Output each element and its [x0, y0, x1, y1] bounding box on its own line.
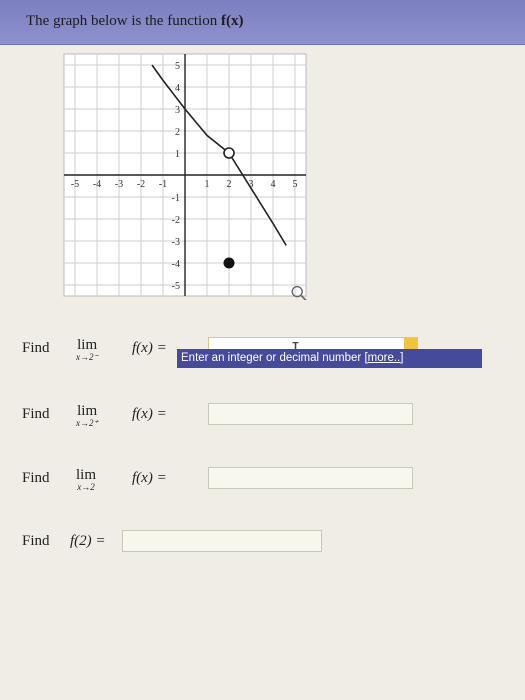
lim-subscript: x→2⁻ — [76, 352, 99, 362]
y-tick-label: 1 — [175, 149, 180, 160]
y-tick-label: -5 — [172, 281, 180, 292]
function-expression: f(x) = — [132, 406, 167, 422]
function-value-input[interactable] — [122, 530, 322, 552]
question-limit: Find lim x→2 f(x) = — [22, 467, 413, 492]
lim-subscript: x→2 — [77, 482, 95, 492]
x-tick-label: -1 — [159, 179, 167, 190]
x-tick-label: 1 — [205, 179, 210, 190]
x-tick-label: 4 — [271, 179, 276, 190]
y-tick-label: -1 — [172, 193, 180, 204]
y-tick-label: 4 — [175, 83, 180, 94]
lim-subscript: x→2⁺ — [76, 418, 99, 428]
y-tick-label: -4 — [172, 259, 180, 270]
x-tick-label: 2 — [227, 179, 232, 190]
limit-input[interactable] — [208, 467, 413, 489]
function-graph: -5 -4 -3 -2 -1 1 2 3 4 554321-1-2-3-4-5 — [63, 53, 307, 300]
y-tick-label: 3 — [175, 105, 180, 116]
right-limit-input[interactable] — [208, 403, 413, 425]
lim-operator: lim x→2⁻ — [76, 337, 98, 363]
find-label: Find — [22, 340, 50, 356]
x-tick-label: -2 — [137, 179, 145, 190]
filled-point — [223, 257, 235, 269]
x-tick-label: -5 — [71, 179, 79, 190]
question-right-limit: Find lim x→2⁺ f(x) = — [22, 403, 413, 428]
function-expression: f(x) = — [132, 470, 167, 486]
find-label: Find — [22, 533, 50, 549]
y-tick-label: 5 — [175, 61, 180, 72]
input-hint-tooltip: Enter an integer or decimal number [more… — [177, 349, 482, 368]
x-tick-label: -4 — [93, 179, 101, 190]
lim-operator: lim x→2 — [76, 467, 96, 492]
x-tick-label: -3 — [115, 179, 123, 190]
y-tick-label: -3 — [172, 237, 180, 248]
question-left-limit: Find lim x→2⁻ f(x) = I — [22, 337, 418, 362]
question-function-value: Find f(2) = — [22, 530, 322, 552]
page: The graph below is the function f(x) -5 -… — [0, 0, 525, 700]
y-tick-label: 2 — [175, 127, 180, 138]
question-banner: The graph below is the function f(x) — [0, 0, 525, 45]
prompt-text: The graph below is the function — [26, 13, 218, 29]
function-expression: f(2) = — [70, 533, 106, 549]
more-link[interactable]: [more..] — [364, 352, 403, 364]
function-expression: f(x) = — [132, 340, 167, 356]
find-label: Find — [22, 470, 50, 486]
x-tick-label: 5 — [293, 179, 298, 190]
find-label: Find — [22, 406, 50, 422]
lim-operator: lim x→2⁺ — [76, 403, 98, 429]
problem-prompt: The graph below is the function f(x) — [26, 13, 243, 30]
y-tick-label: -2 — [172, 215, 180, 226]
open-point — [223, 147, 235, 159]
function-label: f(x) — [220, 13, 244, 29]
hint-text: Enter an integer or decimal number — [181, 352, 362, 364]
